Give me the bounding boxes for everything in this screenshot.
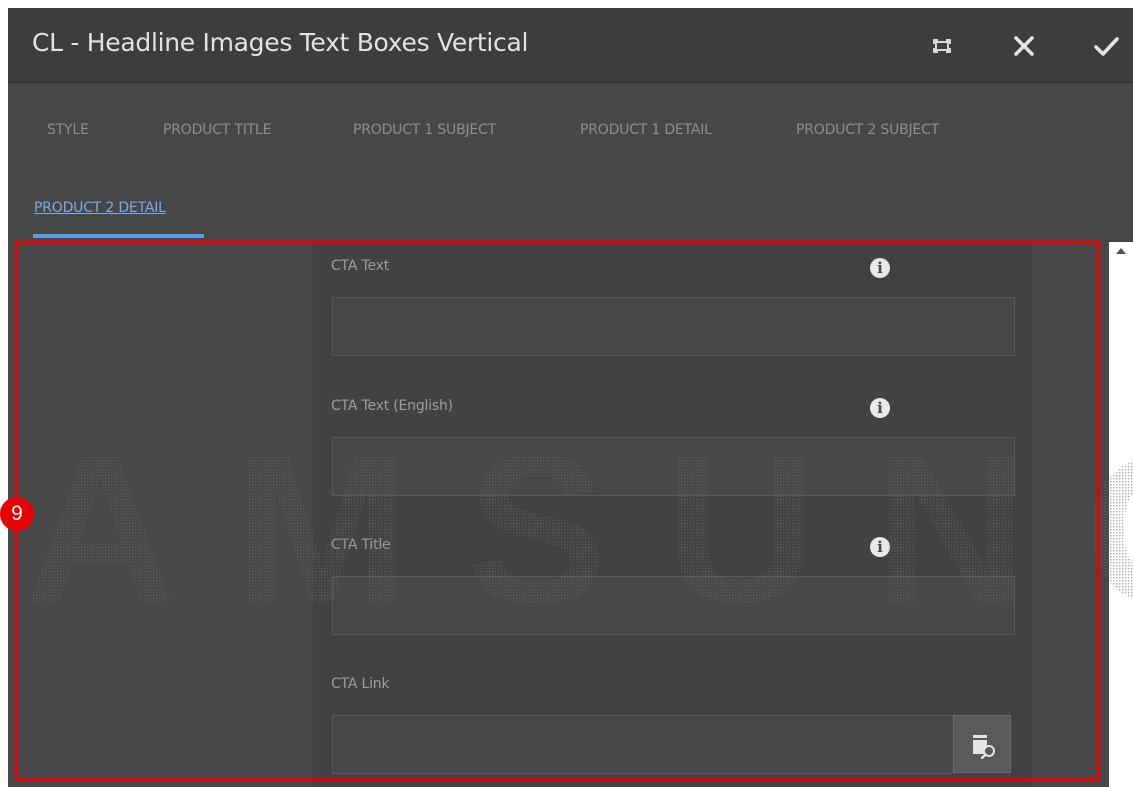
tab-style[interactable]: STYLE bbox=[47, 122, 89, 138]
tab-product-1-detail[interactable]: PRODUCT 1 DETAIL bbox=[580, 122, 712, 138]
confirm-button[interactable] bbox=[1086, 26, 1126, 66]
dialog: CL - Headline Images Text Boxes Vertical bbox=[8, 8, 1133, 787]
info-icon[interactable]: i bbox=[870, 398, 890, 418]
form-panel-edge bbox=[1030, 242, 1031, 787]
dialog-titlebar: CL - Headline Images Text Boxes Vertical bbox=[8, 8, 1133, 83]
tab-product-1-subject[interactable]: PRODUCT 1 SUBJECT bbox=[353, 122, 496, 138]
cta-text-english-input[interactable] bbox=[332, 437, 1015, 496]
cta-link-label: CTA Link bbox=[331, 676, 390, 692]
scroll-up-arrow-icon[interactable] bbox=[1116, 248, 1126, 254]
fullscreen-button[interactable] bbox=[922, 26, 962, 66]
cta-text-english-label: CTA Text (English) bbox=[331, 398, 453, 414]
tab-product-2-subject[interactable]: PRODUCT 2 SUBJECT bbox=[796, 122, 939, 138]
scrollbar[interactable] bbox=[1109, 242, 1133, 787]
cta-title-input[interactable] bbox=[332, 576, 1015, 635]
tab-product-title[interactable]: PRODUCT TITLE bbox=[163, 122, 271, 138]
info-icon[interactable]: i bbox=[870, 258, 890, 278]
path-browser-icon bbox=[973, 735, 995, 759]
fullscreen-icon bbox=[933, 39, 951, 53]
close-button[interactable] bbox=[1004, 26, 1044, 66]
close-icon bbox=[1014, 36, 1034, 56]
path-browser-button[interactable] bbox=[953, 715, 1011, 773]
tab-product-2-detail[interactable]: PRODUCT 2 DETAIL bbox=[34, 200, 166, 216]
step-number-badge: 9 bbox=[0, 497, 34, 531]
checkmark-icon bbox=[1094, 37, 1119, 56]
cta-text-input[interactable] bbox=[332, 297, 1015, 356]
active-tab-indicator bbox=[33, 234, 204, 238]
cta-title-label: CTA Title bbox=[331, 537, 391, 553]
cta-text-label: CTA Text bbox=[331, 258, 389, 274]
dialog-title: CL - Headline Images Text Boxes Vertical bbox=[32, 28, 529, 57]
tab-list: STYLE PRODUCT TITLE PRODUCT 1 SUBJECT PR… bbox=[8, 82, 1133, 242]
cta-link-input[interactable] bbox=[332, 715, 954, 774]
info-icon[interactable]: i bbox=[870, 537, 890, 557]
